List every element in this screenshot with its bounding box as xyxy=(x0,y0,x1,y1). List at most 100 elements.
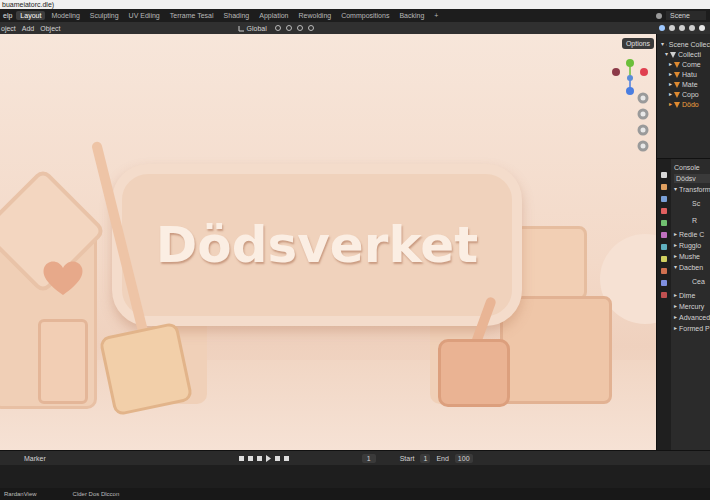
expand-arrow[interactable]: ▸ xyxy=(669,90,672,99)
timeline-menu[interactable]: Marker xyxy=(24,454,46,463)
outliner-item[interactable]: ▸ Come xyxy=(661,60,710,69)
object-name-field[interactable]: Dödsv xyxy=(674,174,710,183)
workspace-tab[interactable]: Sculpting xyxy=(86,11,123,20)
expand-arrow[interactable]: ▸ xyxy=(669,70,672,79)
workspace-tab[interactable]: Commpositions xyxy=(337,11,393,20)
navigation-gizmo-icon[interactable] xyxy=(610,58,650,98)
header-menu[interactable]: oject xyxy=(0,24,17,33)
section-arrow[interactable]: ▸ xyxy=(674,230,677,239)
property-tab-icon[interactable] xyxy=(660,219,668,227)
shading-icon[interactable] xyxy=(668,24,676,32)
section-label[interactable]: Cea xyxy=(692,277,705,286)
property-section[interactable]: Cea xyxy=(674,274,710,289)
start-field[interactable]: 1 xyxy=(420,454,430,463)
timeline-track[interactable] xyxy=(0,465,710,488)
section-arrow[interactable]: ▸ xyxy=(674,252,677,261)
outliner-item[interactable]: ▸ Dödo xyxy=(661,100,710,109)
playback-icon[interactable] xyxy=(274,455,281,462)
property-section[interactable]: ▸Rugglo xyxy=(674,241,710,250)
outliner-label[interactable]: Scene Collec xyxy=(669,40,710,49)
options-button[interactable]: Options xyxy=(622,38,654,49)
current-frame[interactable]: 1 xyxy=(362,454,376,463)
property-tab-icon[interactable] xyxy=(660,255,668,263)
tool-icon[interactable] xyxy=(296,24,304,32)
orientation-dropdown[interactable]: Global xyxy=(235,24,270,33)
expand-arrow[interactable]: ▾ xyxy=(661,40,664,49)
outliner-label[interactable]: Hatu xyxy=(682,70,697,79)
nav-button-icon[interactable] xyxy=(637,140,649,152)
property-section[interactable]: ▾Dacben xyxy=(674,263,710,272)
end-field[interactable]: 100 xyxy=(455,454,473,463)
workspace-tab[interactable]: Modeling xyxy=(47,11,83,20)
section-label[interactable]: Mercury xyxy=(679,302,704,311)
workspace-tab[interactable]: Rewolding xyxy=(294,11,335,20)
property-section[interactable]: R xyxy=(674,213,710,228)
playback-icon[interactable] xyxy=(283,455,290,462)
tool-icon[interactable] xyxy=(285,24,293,32)
section-label[interactable]: Rugglo xyxy=(679,241,701,250)
section-label[interactable]: Transform xyxy=(679,185,710,194)
section-arrow[interactable]: ▾ xyxy=(674,185,677,194)
property-tab-icon[interactable] xyxy=(660,171,668,179)
tool-icon[interactable] xyxy=(307,24,315,32)
workspace-tab[interactable]: + xyxy=(430,11,442,20)
section-label[interactable]: Dacben xyxy=(679,263,703,272)
workspace-tab[interactable]: UV Ediing xyxy=(125,11,164,20)
shading-icon[interactable] xyxy=(658,24,666,32)
section-arrow[interactable]: ▸ xyxy=(674,241,677,250)
section-label[interactable]: Advanced xyxy=(679,313,710,322)
property-section[interactable]: ▾Transform xyxy=(674,185,710,194)
section-label[interactable]: Formed P xyxy=(679,324,710,333)
scene-name[interactable]: Scene xyxy=(666,11,706,20)
outliner-label[interactable]: Mate xyxy=(682,80,698,89)
property-section[interactable]: ▸Formed P xyxy=(674,324,710,333)
workspace-tab[interactable]: Backing xyxy=(395,11,428,20)
section-label[interactable]: Redie C xyxy=(679,230,704,239)
property-section[interactable]: ▸Mercury xyxy=(674,302,710,311)
section-label[interactable]: Mushe xyxy=(679,252,700,261)
property-tab-icon[interactable] xyxy=(660,267,668,275)
section-arrow[interactable]: ▸ xyxy=(674,302,677,311)
nav-button-icon[interactable] xyxy=(637,108,649,120)
property-tab-icon[interactable] xyxy=(660,291,668,299)
workspace-tab[interactable]: Applation xyxy=(255,11,292,20)
expand-arrow[interactable]: ▸ xyxy=(669,60,672,69)
property-tab-icon[interactable] xyxy=(660,207,668,215)
expand-arrow[interactable]: ▸ xyxy=(669,80,672,89)
workspace-tab[interactable]: Shading xyxy=(220,11,254,20)
outliner-item[interactable]: ▾Collecti xyxy=(661,50,710,59)
playback-icon[interactable] xyxy=(247,455,254,462)
property-section[interactable]: ▸Mushe xyxy=(674,252,710,261)
section-label[interactable]: Sc xyxy=(692,199,700,208)
property-section[interactable]: ▸Redie C xyxy=(674,230,710,239)
expand-arrow[interactable]: ▸ xyxy=(669,100,672,109)
outliner-item[interactable]: ▸ Copo xyxy=(661,90,710,99)
header-menu[interactable]: Object xyxy=(39,24,61,33)
property-tab-icon[interactable] xyxy=(660,279,668,287)
scene-selector[interactable]: Scene xyxy=(655,11,710,20)
nav-button-icon[interactable] xyxy=(637,92,649,104)
property-tab-icon[interactable] xyxy=(660,195,668,203)
shading-icon[interactable] xyxy=(688,24,696,32)
property-section[interactable]: Sc xyxy=(674,196,710,211)
outliner-item[interactable]: ▸ Mate xyxy=(661,80,710,89)
nav-button-icon[interactable] xyxy=(637,124,649,136)
workspace-tab[interactable]: Layout xyxy=(16,11,45,20)
workspace-tab[interactable]: Terrame Tesal xyxy=(166,11,218,20)
outliner-label[interactable]: Dödo xyxy=(682,100,699,109)
section-label[interactable]: R xyxy=(692,216,697,225)
section-label[interactable]: Dime xyxy=(679,291,695,300)
playback-icon[interactable] xyxy=(265,455,272,462)
outliner-label[interactable]: Come xyxy=(682,60,701,69)
section-arrow[interactable]: ▸ xyxy=(674,313,677,322)
playback-icon[interactable] xyxy=(238,455,245,462)
shading-icon[interactable] xyxy=(678,24,686,32)
header-menu[interactable]: Add xyxy=(21,24,35,33)
outliner-label[interactable]: Collecti xyxy=(678,50,701,59)
outliner-label[interactable]: Copo xyxy=(682,90,699,99)
section-arrow[interactable]: ▾ xyxy=(674,263,677,272)
property-tab-icon[interactable] xyxy=(660,243,668,251)
viewport[interactable]: DödsverketOptions xyxy=(0,34,656,450)
menu-item[interactable]: elp xyxy=(1,11,14,20)
playback-icon[interactable] xyxy=(256,455,263,462)
